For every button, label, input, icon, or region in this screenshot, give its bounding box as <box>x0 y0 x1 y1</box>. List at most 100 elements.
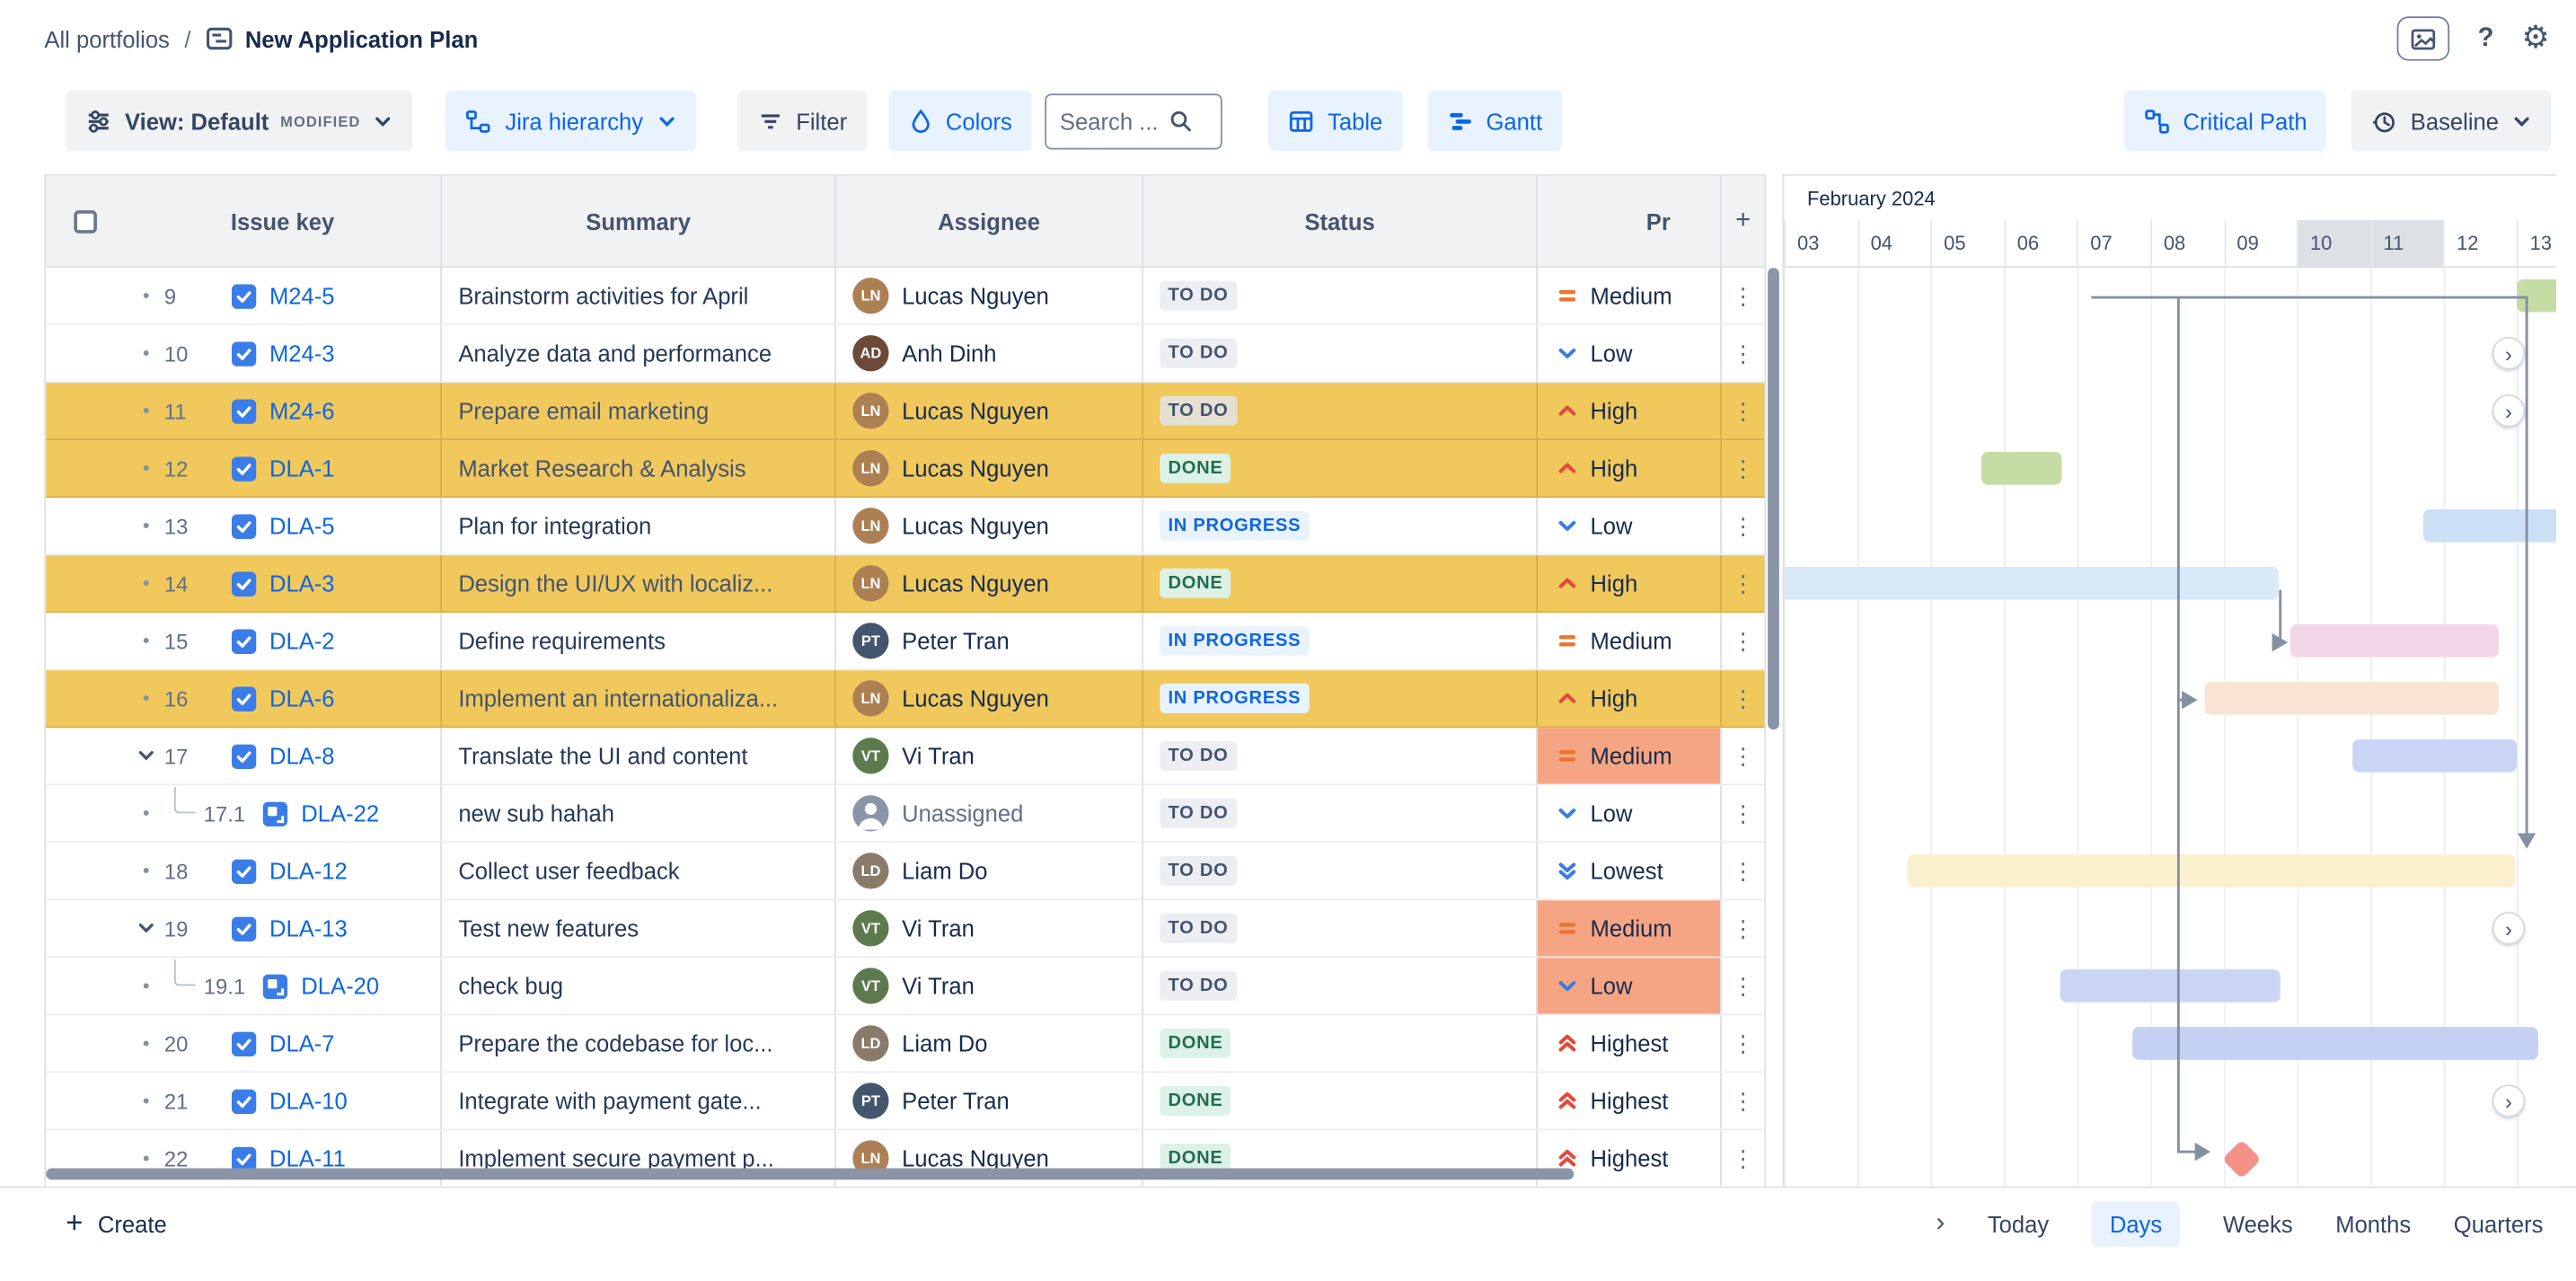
export-image-button[interactable] <box>2397 16 2450 60</box>
summary-cell[interactable]: Design the UI/UX with localiz... <box>440 555 834 611</box>
status-lozenge[interactable]: DONE <box>1160 454 1231 483</box>
row-actions-kebab-icon[interactable]: ⋮ <box>1720 785 1764 841</box>
issue-key-link[interactable]: M24-6 <box>269 398 335 424</box>
row-actions-kebab-icon[interactable]: ⋮ <box>1720 843 1764 898</box>
priority-cell[interactable]: Highest <box>1536 1015 1720 1071</box>
assignee-cell[interactable]: ADAnh Dinh <box>834 325 1142 381</box>
row-select-cell[interactable] <box>46 440 125 496</box>
select-all-checkbox[interactable] <box>74 209 97 233</box>
search-box[interactable] <box>1045 93 1222 148</box>
breadcrumb-all-portfolios[interactable]: All portfolios <box>44 25 169 51</box>
status-lozenge[interactable]: TO DO <box>1160 741 1236 771</box>
add-column-button[interactable]: + <box>1720 176 1764 267</box>
status-lozenge[interactable]: IN PROGRESS <box>1160 626 1309 656</box>
search-input[interactable] <box>1060 108 1169 134</box>
issue-key-link[interactable]: DLA-3 <box>269 570 335 596</box>
status-lozenge[interactable]: TO DO <box>1160 856 1236 886</box>
scroll-to-bar-chevron[interactable]: › <box>2492 394 2526 428</box>
row-select-cell[interactable] <box>46 958 125 1013</box>
scroll-to-bar-chevron[interactable]: › <box>2492 912 2526 945</box>
issue-row-M24-5[interactable]: •9M24-5Brainstorm activities for AprilLN… <box>46 268 1764 325</box>
priority-cell[interactable]: High <box>1536 383 1720 438</box>
issue-row-DLA-8[interactable]: 17DLA-8Translate the UI and contentVTVi … <box>46 728 1764 785</box>
baseline-dropdown[interactable]: Baseline <box>2351 91 2552 152</box>
create-button[interactable]: + Create <box>66 1206 167 1241</box>
row-select-cell[interactable] <box>46 268 125 323</box>
summary-cell[interactable]: Analyze data and performance <box>440 325 834 381</box>
summary-cell[interactable]: check bug <box>440 958 834 1013</box>
summary-cell[interactable]: Integrate with payment gate... <box>440 1073 834 1128</box>
scroll-to-bar-chevron[interactable]: › <box>2492 337 2526 370</box>
issue-row-DLA-6[interactable]: •16DLA-6Implement an internationaliza...… <box>46 670 1764 728</box>
assignee-cell[interactable]: LNLucas Nguyen <box>834 555 1142 611</box>
priority-cell[interactable]: Low <box>1536 785 1720 841</box>
issue-row-DLA-7[interactable]: •20DLA-7Prepare the codebase for loc...L… <box>46 1015 1764 1073</box>
row-actions-kebab-icon[interactable]: ⋮ <box>1720 728 1764 783</box>
gantt-view-button[interactable]: Gantt <box>1427 91 1562 152</box>
issue-key-link[interactable]: DLA-22 <box>301 800 379 826</box>
view-settings-dropdown[interactable]: View: Default MODIFIED <box>66 91 413 152</box>
row-select-cell[interactable] <box>46 670 125 726</box>
assignee-cell[interactable]: LNLucas Nguyen <box>834 670 1142 726</box>
help-icon[interactable]: ? <box>2478 24 2494 54</box>
gantt-bar-DLA-8[interactable] <box>2352 739 2518 773</box>
today-button[interactable]: Today <box>1988 1210 2049 1236</box>
summary-cell[interactable]: new sub hahah <box>440 785 834 841</box>
row-actions-kebab-icon[interactable]: ⋮ <box>1720 958 1764 1013</box>
gantt-bar-DLA-5[interactable] <box>2423 509 2556 543</box>
priority-cell[interactable]: Low <box>1536 498 1720 553</box>
status-lozenge[interactable]: TO DO <box>1160 799 1236 828</box>
assignee-cell[interactable]: LNLucas Nguyen <box>834 498 1142 553</box>
assignee-cell[interactable]: LDLiam Do <box>834 1015 1142 1071</box>
issue-row-DLA-20[interactable]: •19.1DLA-20check bugVTVi TranTO DOLow⋮ <box>46 958 1764 1015</box>
priority-cell[interactable]: High <box>1536 555 1720 611</box>
row-select-cell[interactable] <box>46 383 125 438</box>
issue-key-link[interactable]: DLA-1 <box>269 455 335 481</box>
critical-path-button[interactable]: Critical Path <box>2124 91 2327 152</box>
horizontal-scrollbar-thumb[interactable] <box>46 1168 1574 1179</box>
column-header-status[interactable]: Status <box>1142 176 1536 267</box>
issue-row-DLA-13[interactable]: 19DLA-13Test new featuresVTVi TranTO DOM… <box>46 900 1764 958</box>
column-header-summary[interactable]: Summary <box>440 176 834 267</box>
issue-key-link[interactable]: DLA-8 <box>269 743 335 769</box>
row-actions-kebab-icon[interactable]: ⋮ <box>1720 900 1764 956</box>
summary-cell[interactable]: Implement an internationaliza... <box>440 670 834 726</box>
column-header-priority[interactable]: Pr <box>1536 176 1720 267</box>
row-select-cell[interactable] <box>46 843 125 898</box>
row-actions-kebab-icon[interactable]: ⋮ <box>1720 268 1764 323</box>
row-select-cell[interactable] <box>46 555 125 611</box>
column-header-assignee[interactable]: Assignee <box>834 176 1142 267</box>
assignee-cell[interactable]: LNLucas Nguyen <box>834 268 1142 323</box>
assignee-cell[interactable]: PTPeter Tran <box>834 613 1142 668</box>
issue-key-link[interactable]: DLA-13 <box>269 915 348 941</box>
zoom-months-button[interactable]: Months <box>2335 1210 2411 1236</box>
row-select-cell[interactable] <box>46 1015 125 1071</box>
row-select-cell[interactable] <box>46 1073 125 1128</box>
priority-cell[interactable]: Medium <box>1536 728 1720 783</box>
row-actions-kebab-icon[interactable]: ⋮ <box>1720 1073 1764 1128</box>
priority-cell[interactable]: Medium <box>1536 613 1720 668</box>
zoom-weeks-button[interactable]: Weeks <box>2223 1210 2293 1236</box>
gantt-bar-M24-5[interactable] <box>2517 279 2556 313</box>
row-select-cell[interactable] <box>46 498 125 553</box>
priority-cell[interactable]: Medium <box>1536 268 1720 323</box>
priority-cell[interactable]: Highest <box>1536 1073 1720 1128</box>
row-select-cell[interactable] <box>46 900 125 956</box>
assignee-cell[interactable]: LDLiam Do <box>834 843 1142 898</box>
row-actions-kebab-icon[interactable]: ⋮ <box>1720 498 1764 553</box>
issue-key-link[interactable]: M24-5 <box>269 283 335 309</box>
issue-key-link[interactable]: M24-3 <box>269 340 335 367</box>
issue-key-link[interactable]: DLA-2 <box>269 628 335 654</box>
priority-cell[interactable]: Low <box>1536 958 1720 1013</box>
summary-cell[interactable]: Prepare email marketing <box>440 383 834 438</box>
row-actions-kebab-icon[interactable]: ⋮ <box>1720 555 1764 611</box>
collapse-chevron-icon[interactable] <box>133 746 159 765</box>
issue-row-DLA-10[interactable]: •21DLA-10Integrate with payment gate...P… <box>46 1073 1764 1130</box>
issue-key-link[interactable]: DLA-20 <box>301 973 379 999</box>
issue-row-M24-6[interactable]: •11M24-6Prepare email marketingLNLucas N… <box>46 383 1764 440</box>
scroll-to-bar-chevron[interactable]: › <box>2492 1084 2526 1118</box>
expand-panel-chevron-icon[interactable]: › <box>1936 1208 1945 1238</box>
issue-row-DLA-12[interactable]: •18DLA-12Collect user feedbackLDLiam DoT… <box>46 843 1764 900</box>
issue-key-link[interactable]: DLA-12 <box>269 858 348 884</box>
assignee-cell[interactable]: PTPeter Tran <box>834 1073 1142 1128</box>
